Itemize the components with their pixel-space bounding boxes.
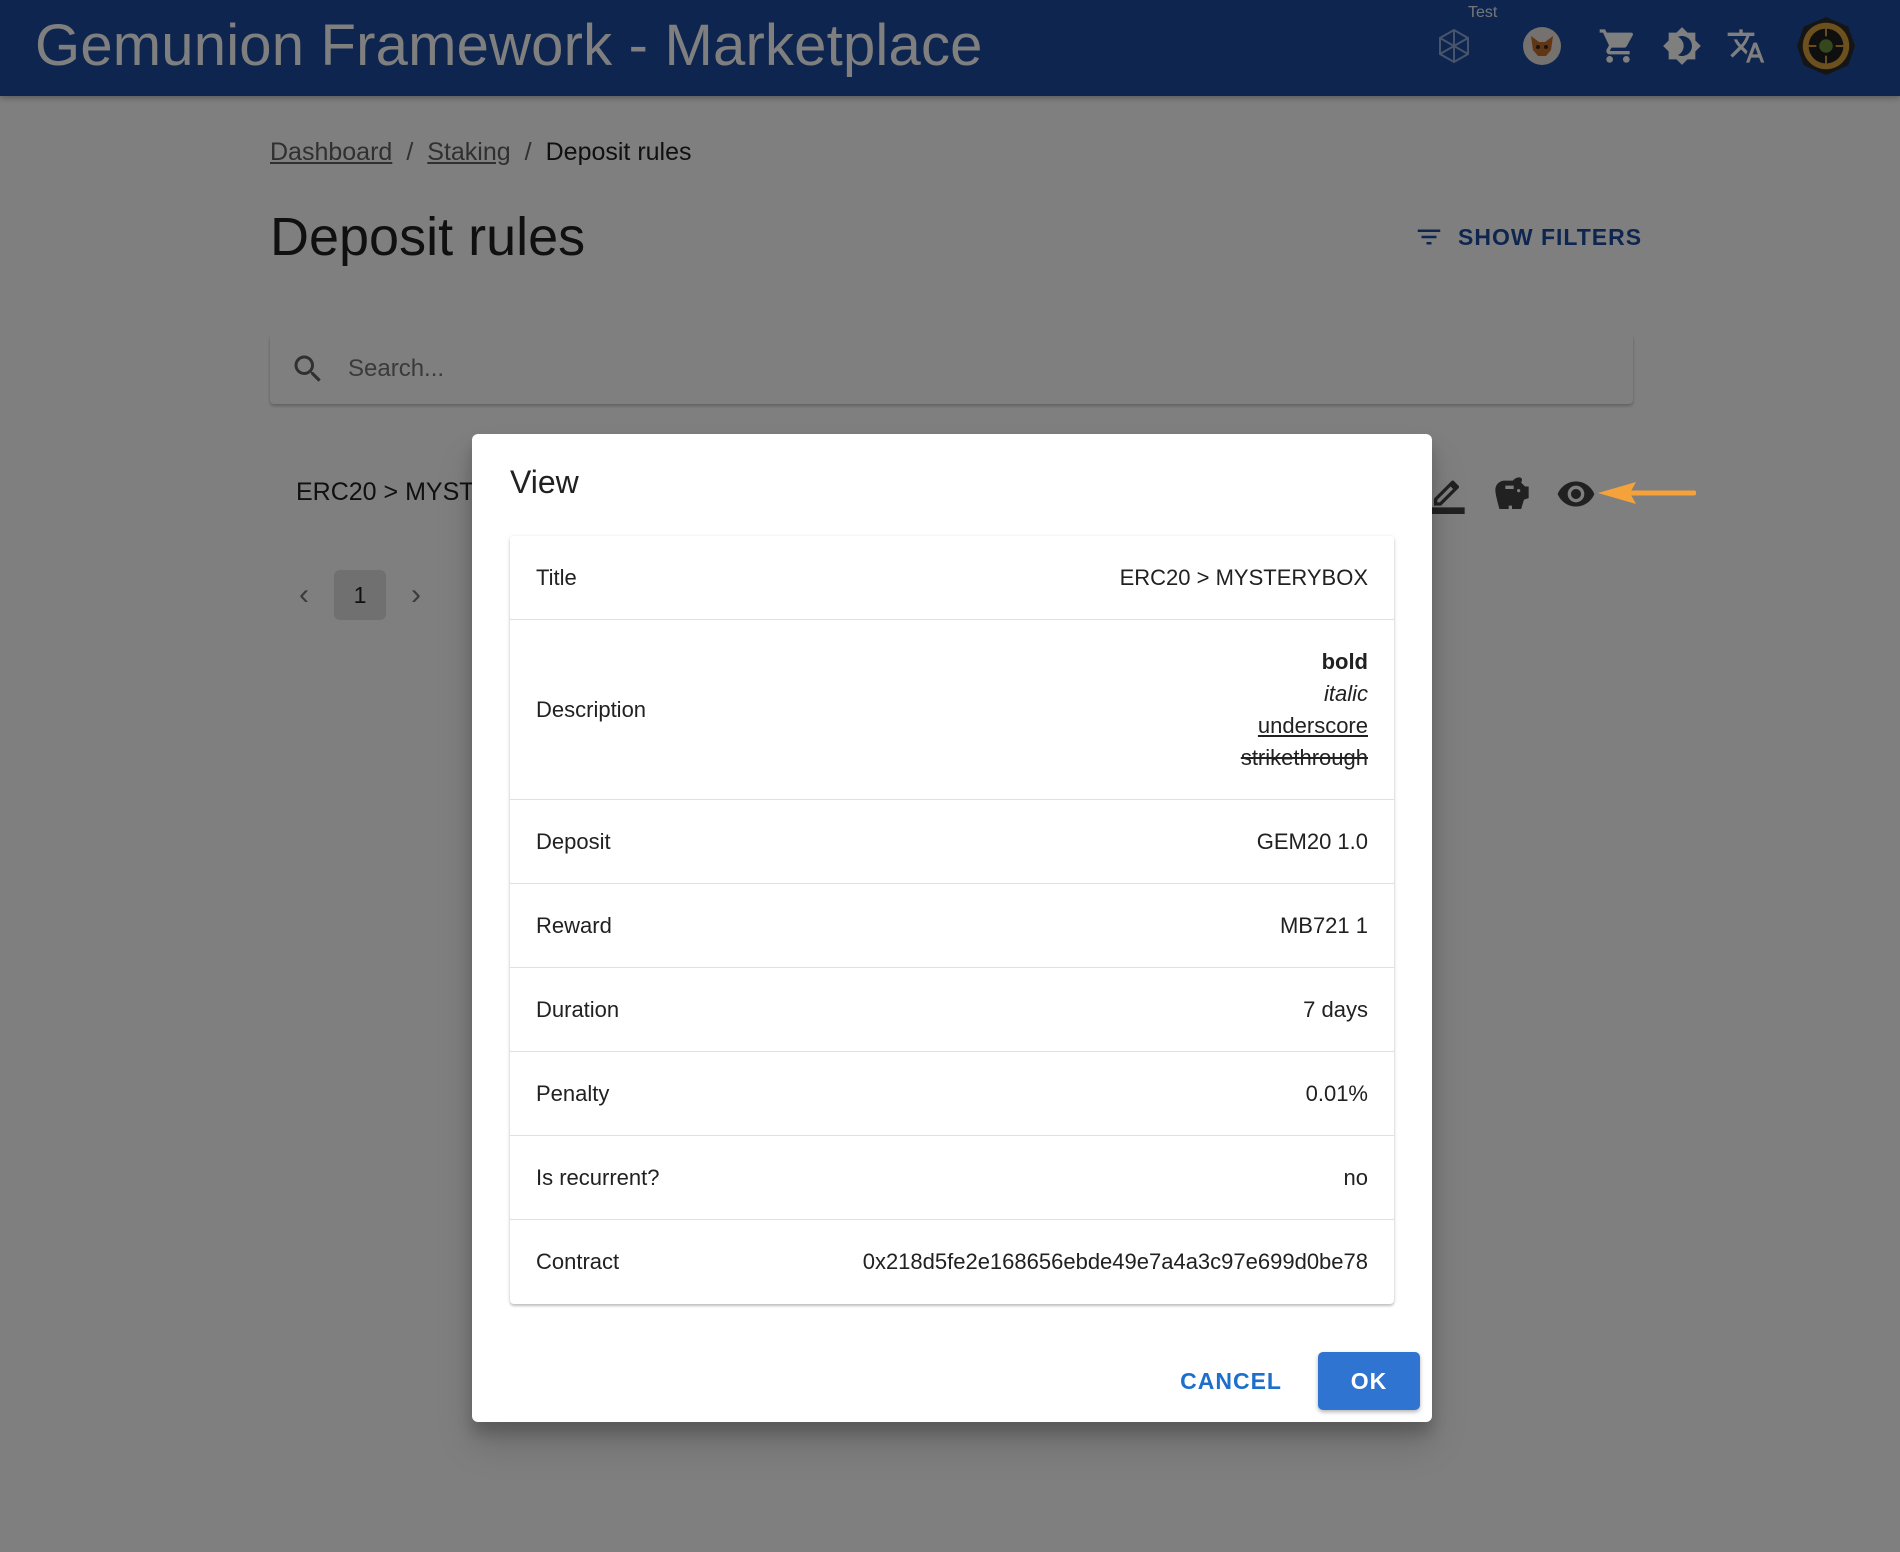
row-value: no bbox=[1343, 1164, 1368, 1190]
row-value: MB721 1 bbox=[1279, 912, 1368, 938]
row-label: Deposit bbox=[536, 828, 611, 854]
table-row: Is recurrent? no bbox=[510, 1136, 1394, 1220]
ok-button[interactable]: OK bbox=[1318, 1352, 1420, 1410]
contract-address[interactable]: 0x218d5fe2e168656ebde49e7a4a3c97e699d0be… bbox=[863, 1249, 1368, 1275]
table-row: Description bold italic underscore strik… bbox=[510, 620, 1394, 800]
row-label: Contract bbox=[536, 1249, 620, 1274]
table-row: Contract 0x218d5fe2e168656ebde49e7a4a3c9… bbox=[510, 1220, 1394, 1304]
row-label: Description bbox=[536, 696, 647, 722]
dialog-actions: CANCEL OK bbox=[1170, 1352, 1420, 1410]
row-label: Duration bbox=[536, 996, 620, 1022]
table-row: Duration 7 days bbox=[510, 968, 1394, 1052]
details-table: Title ERC20 > MYSTERYBOX Description bol… bbox=[510, 536, 1394, 1304]
view-dialog: View Title ERC20 > MYSTERYBOX Descriptio… bbox=[472, 434, 1432, 1422]
table-row: Deposit GEM20 1.0 bbox=[510, 800, 1394, 884]
table-row: Reward MB721 1 bbox=[510, 884, 1394, 968]
row-label: Is recurrent? bbox=[536, 1164, 660, 1190]
description-bold: bold bbox=[1321, 648, 1368, 674]
description-value: bold italic underscore strikethrough bbox=[1241, 646, 1368, 774]
row-label: Reward bbox=[536, 912, 612, 938]
row-label: Title bbox=[536, 564, 577, 590]
row-value: GEM20 1.0 bbox=[1256, 828, 1368, 854]
table-row: Penalty 0.01% bbox=[510, 1052, 1394, 1136]
description-strikethrough: strikethrough bbox=[1240, 744, 1368, 770]
description-underscore: underscore bbox=[1257, 712, 1368, 738]
row-value: 0.01% bbox=[1305, 1080, 1368, 1106]
table-row: Title ERC20 > MYSTERYBOX bbox=[510, 536, 1394, 620]
description-italic: italic bbox=[1323, 680, 1368, 706]
cancel-button[interactable]: CANCEL bbox=[1170, 1354, 1292, 1409]
annotation-arrow-icon bbox=[1598, 482, 1696, 504]
row-value: ERC20 > MYSTERYBOX bbox=[1119, 564, 1368, 590]
dialog-title: View bbox=[510, 464, 579, 500]
row-value: 7 days bbox=[1303, 996, 1368, 1022]
row-label: Penalty bbox=[536, 1080, 610, 1106]
